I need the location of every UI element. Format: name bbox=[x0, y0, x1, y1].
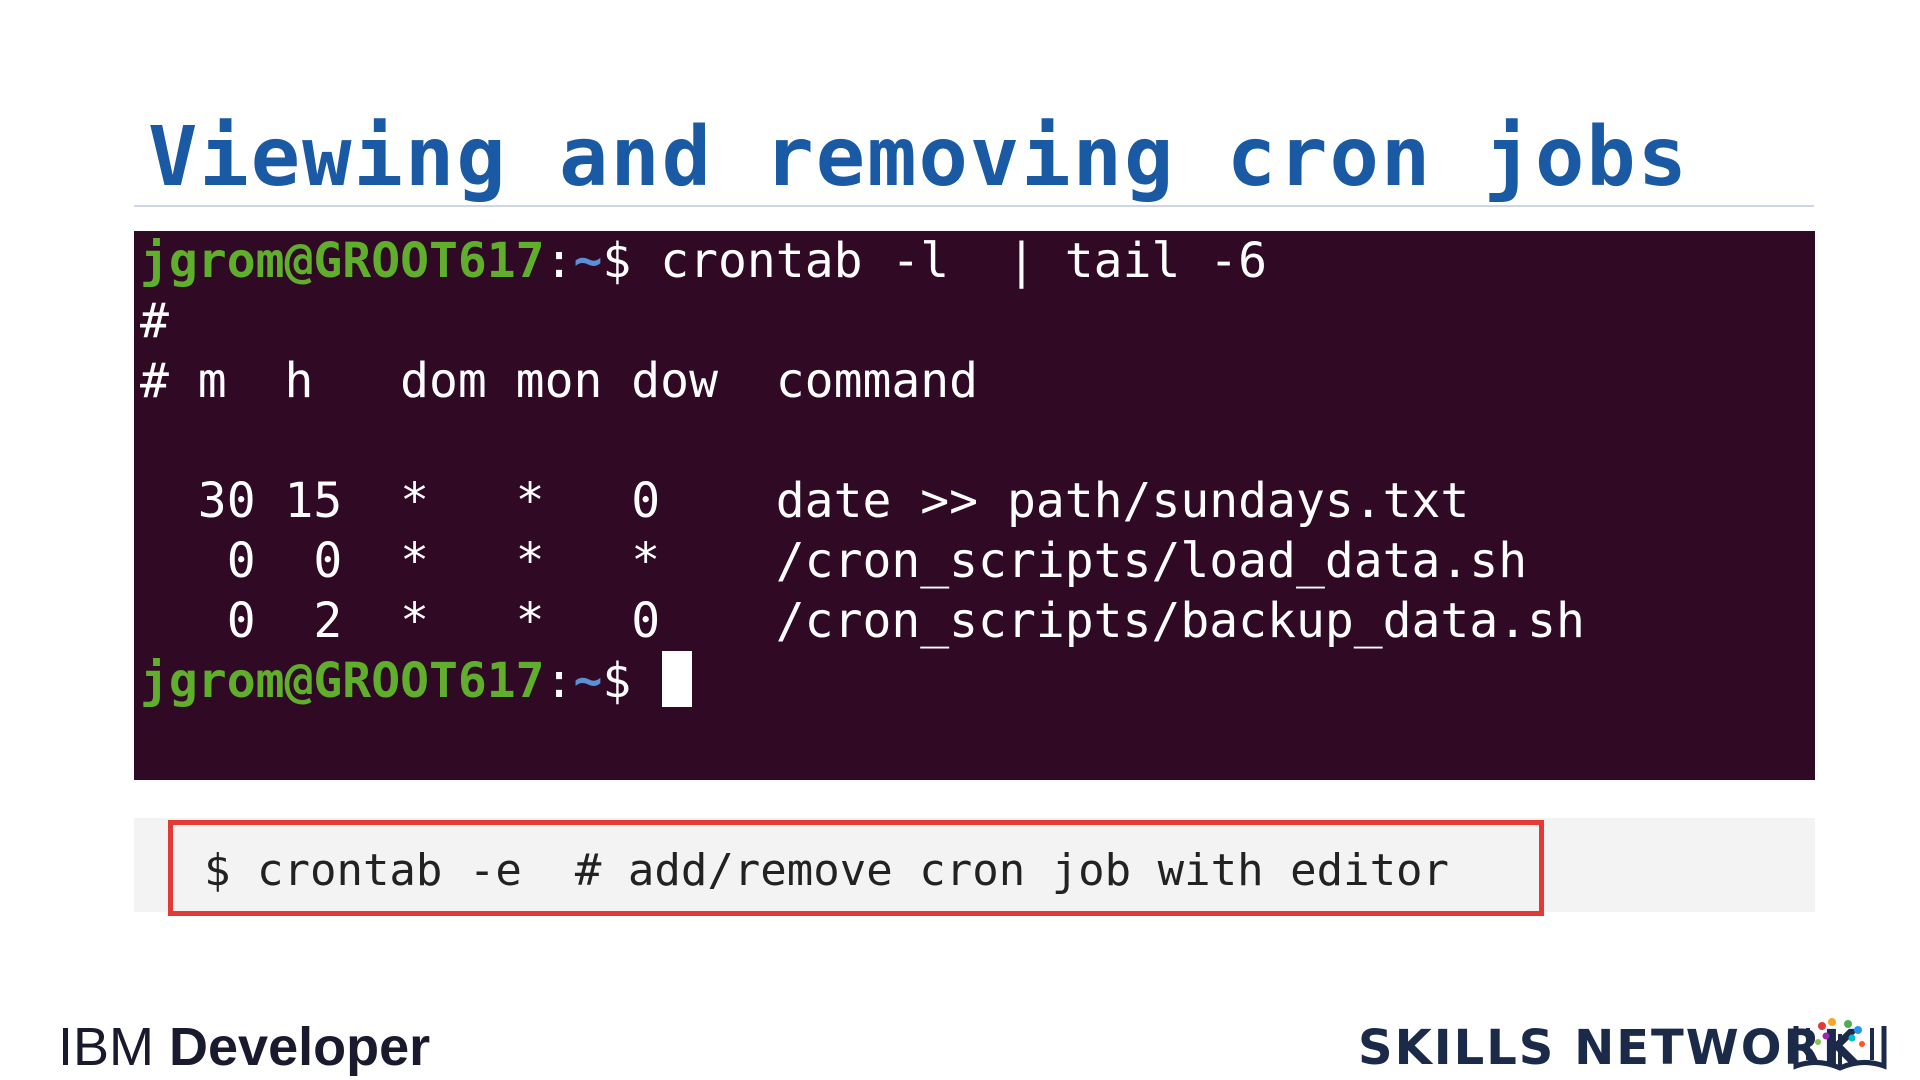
terminal-output-line: 30 15 * * 0 date >> path/sundays.txt bbox=[140, 473, 1470, 529]
terminal-window[interactable]: jgrom@GROOT617:~$ crontab -l | tail -6 #… bbox=[134, 231, 1815, 780]
text-cursor bbox=[662, 651, 693, 707]
prompt-separator: : bbox=[544, 653, 574, 709]
ibm-logo-suffix: Developer bbox=[169, 1017, 431, 1077]
terminal-output-line: 0 2 * * 0 /cron_scripts/backup_data.sh bbox=[140, 593, 1585, 649]
prompt-dollar: $ bbox=[602, 653, 632, 709]
terminal-output-line: 0 0 * * * /cron_scripts/load_data.sh bbox=[140, 533, 1528, 589]
prompt-user: jgrom@GROOT617 bbox=[140, 233, 545, 289]
prompt-user: jgrom@GROOT617 bbox=[140, 653, 545, 709]
prompt-separator: : bbox=[544, 233, 574, 289]
book-icon bbox=[1790, 1018, 1890, 1078]
terminal-output-line: # bbox=[140, 293, 169, 349]
prompt-path: ~ bbox=[573, 653, 603, 709]
command-example-text: $ crontab -e # add/remove cron job with … bbox=[204, 845, 1450, 896]
ibm-developer-logo: IBM Developer bbox=[58, 1016, 430, 1078]
terminal-command-line: jgrom@GROOT617:~$ crontab -l | tail -6 bbox=[140, 231, 1585, 291]
terminal-command: crontab -l | tail -6 bbox=[631, 233, 1268, 289]
title-divider bbox=[134, 205, 1814, 207]
slide-title: Viewing and removing cron jobs bbox=[148, 110, 1690, 205]
skills-network-logo-text: SKILLS NETWORK bbox=[1358, 1020, 1862, 1076]
terminal-prompt-line[interactable]: jgrom@GROOT617:~$ bbox=[140, 651, 1585, 711]
prompt-path: ~ bbox=[573, 233, 603, 289]
ibm-logo-prefix: IBM bbox=[58, 1017, 155, 1077]
terminal-output-line: # m h dom mon dow command bbox=[140, 353, 979, 409]
prompt-dollar: $ bbox=[602, 233, 632, 289]
